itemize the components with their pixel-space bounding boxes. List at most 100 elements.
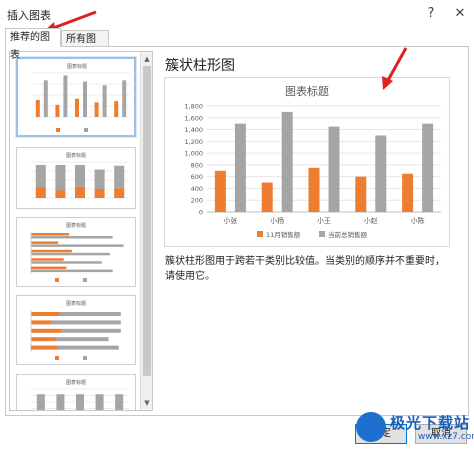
thumbnail-title: 图表标题 (66, 152, 86, 159)
thumbnail-bar (35, 99, 40, 117)
scrollbar-thumb[interactable] (143, 66, 151, 376)
thumbnail-bar (114, 165, 125, 189)
thumbnail-bar (31, 266, 67, 270)
thumbnail-bar (31, 328, 62, 333)
thumbnail-legend-swatch (56, 128, 60, 132)
bar-total-sales (328, 126, 340, 212)
legend-swatch (257, 231, 263, 237)
thumbnail-chart-graphic: 图表标题 (31, 152, 129, 199)
thumbnail-clustered-column[interactable]: 图表标题 (16, 57, 136, 137)
thumbnail-bar (76, 394, 84, 410)
watermark-logo-icon (356, 412, 386, 442)
chart-title: 图表标题 (285, 84, 329, 98)
y-tick-label: 1,200 (184, 138, 203, 146)
thumbnail-bar (31, 233, 70, 236)
thumbnail-bar (31, 261, 102, 264)
bar-nov-sales (355, 176, 367, 212)
y-tick-label: 1,600 (184, 114, 203, 122)
bar-nov-sales (261, 182, 273, 212)
thumbnail-bar (31, 269, 113, 273)
thumbnail-legend-swatch (55, 356, 59, 360)
thumbnail-bar (75, 98, 79, 117)
thumbnail-bar (31, 337, 56, 342)
thumbnail-chart-graphic: 图表标题 (30, 300, 121, 360)
thumbnail-bar (75, 186, 85, 198)
thumbnail-bar (31, 241, 59, 244)
y-tick-label: 1,400 (184, 126, 203, 134)
thumbnail-bar (31, 236, 113, 239)
y-tick-label: 1,800 (184, 103, 203, 111)
thumbnail-bar (94, 189, 105, 198)
watermark-site: www.xz7.com (418, 432, 474, 442)
thumbnail-stacked-column[interactable]: 图表标题 (16, 147, 136, 209)
thumbnail-title: 图表标题 (66, 379, 86, 386)
thumbnail-clustered-bar[interactable]: 图表标题 (16, 217, 136, 287)
x-tick-label: 小陈 (411, 216, 425, 225)
thumbnail-bar (63, 75, 68, 117)
thumbnail-bar (31, 244, 124, 247)
thumbnail-bar (51, 320, 121, 325)
thumbnail-bar (59, 312, 121, 316)
thumbnail-bar (36, 394, 45, 410)
thumbnail-column[interactable]: 图表标题 (16, 374, 136, 410)
thumbnail-bar (31, 345, 58, 350)
thumbnail-legend-swatch (83, 278, 87, 282)
thumbnail-chart-graphic: 图表标题 (31, 379, 129, 410)
thumbnail-bar (31, 312, 60, 316)
y-tick-label: 1,000 (184, 150, 203, 158)
annotation-arrow-icon (382, 47, 408, 90)
thumbnail-bar (55, 104, 60, 117)
close-button[interactable]: ✕ (451, 5, 469, 23)
chart-preview: 图表标题 0 200 400 600 800 1,000 1,200 1,400 1,600 1,8… (164, 77, 450, 247)
thumbnail-bar (114, 188, 125, 198)
thumbnail-bar (61, 328, 121, 333)
chart-type-heading: 簇状柱形图 (165, 58, 235, 74)
thumbnail-title: 图表标题 (66, 222, 86, 229)
thumbnail-bar (95, 394, 104, 410)
thumbnail-bar (31, 320, 52, 325)
thumbnail-bar (83, 81, 87, 117)
thumbnail-bar (114, 101, 119, 117)
thumbnail-bar (55, 337, 109, 342)
thumbnail-bar (31, 252, 110, 256)
bar-nov-sales (214, 170, 226, 212)
y-tick-label: 400 (191, 185, 203, 193)
thumbnail-bar (102, 85, 107, 117)
y-tick-label: 800 (191, 161, 203, 169)
thumbnail-scrollbar[interactable]: ▲ ▼ (140, 52, 152, 410)
bar-total-sales (234, 123, 246, 212)
thumbnail-bar (43, 80, 48, 117)
thumbnail-title: 图表标题 (67, 63, 87, 70)
chart-thumbnail-list[interactable]: 图表标题 图表标题 图表标题 图表标题 图表标题 ▲ ▼ (9, 51, 153, 411)
watermark-brand: 极光下载站 (390, 414, 471, 432)
tab-recommended-charts[interactable]: 推荐的图表 (5, 28, 61, 61)
thumbnail-title: 图表标题 (66, 300, 86, 307)
thumbnail-bar (94, 102, 99, 117)
thumbnail-stacked-bar[interactable]: 图表标题 (16, 295, 136, 365)
legend-label: 当前总销售额 (328, 230, 368, 239)
bar-total-sales (375, 135, 387, 212)
help-button[interactable]: ? (422, 5, 440, 23)
thumbnail-bar (56, 394, 65, 410)
thumbnail-bar (57, 345, 119, 350)
thumbnail-chart-graphic: 图表标题 (32, 63, 130, 132)
watermark: 极光下载站 www.xz7.com (356, 410, 474, 446)
thumbnail-bar (35, 187, 46, 198)
scroll-down-arrow-icon[interactable]: ▼ (141, 397, 152, 409)
bar-total-sales (422, 123, 434, 212)
thumbnail-legend-swatch (83, 356, 87, 360)
thumbnail-bar (75, 165, 85, 187)
thumbnail-bar (31, 249, 72, 253)
x-tick-label: 小王 (317, 216, 331, 225)
legend-swatch (319, 231, 325, 237)
scroll-up-arrow-icon[interactable]: ▲ (141, 53, 152, 65)
thumbnail-bar (122, 80, 127, 117)
bar-total-sales (281, 111, 293, 212)
thumbnail-legend-swatch (55, 278, 59, 282)
legend-label: 11月销售额 (266, 230, 301, 239)
y-tick-label: 200 (191, 197, 203, 205)
x-tick-label: 小赵 (364, 216, 378, 225)
bar-nov-sales (308, 167, 320, 212)
x-tick-label: 小张 (223, 216, 237, 225)
thumbnail-bar (35, 165, 46, 188)
